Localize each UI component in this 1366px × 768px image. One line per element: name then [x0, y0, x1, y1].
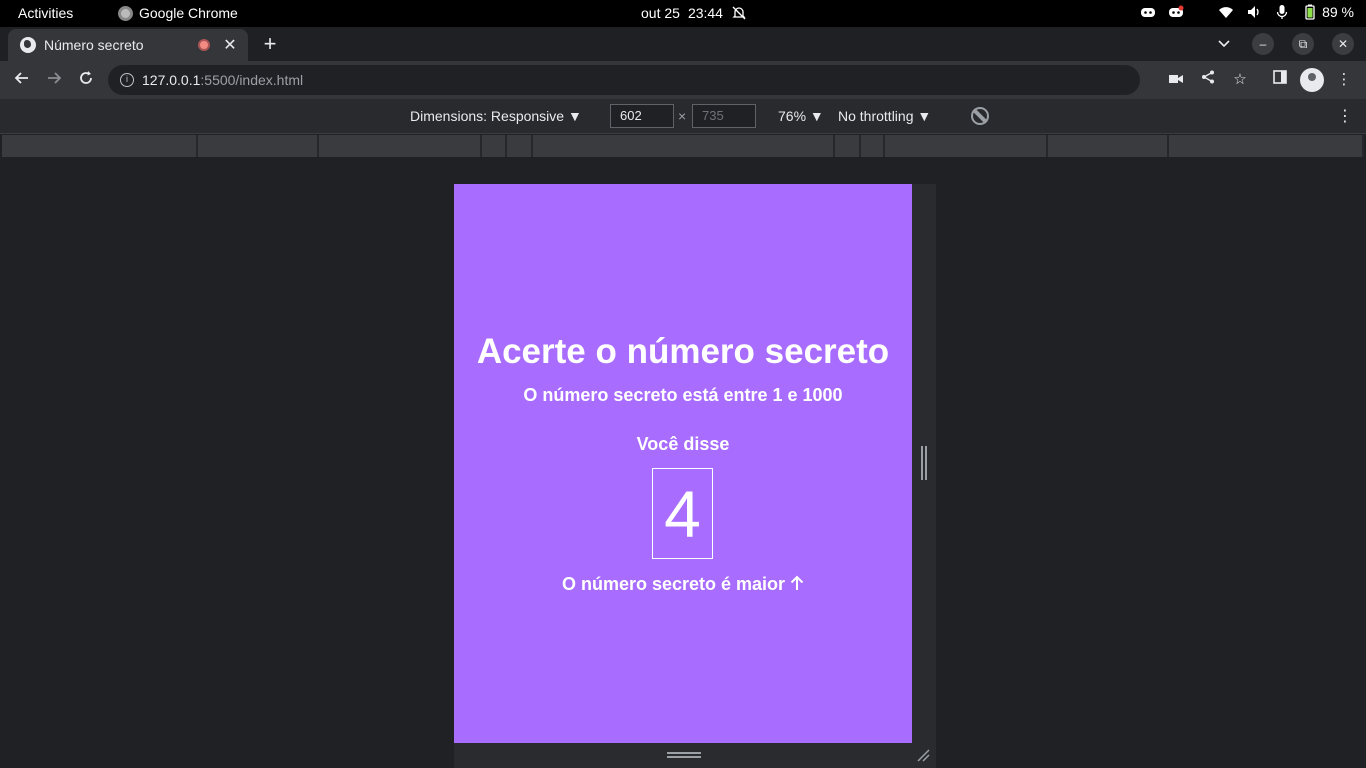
media-query-bar	[2, 135, 1364, 157]
guess-box: 4	[652, 468, 713, 559]
media-query-segment[interactable]	[507, 135, 533, 157]
close-window-button[interactable]: ✕	[1332, 33, 1354, 55]
media-query-segment[interactable]	[482, 135, 507, 157]
volume-icon	[1248, 6, 1259, 18]
chrome-icon	[118, 5, 133, 21]
viewport-width-input[interactable]: 602	[610, 104, 674, 128]
site-info-icon[interactable]: i	[120, 73, 134, 87]
address-bar[interactable]: i 127.0.0.1:5500/index.html	[108, 65, 1140, 95]
viewport-height-input[interactable]: 735	[692, 104, 756, 128]
clock-time: 23:44	[687, 5, 723, 21]
recording-icon	[198, 39, 210, 51]
viewport-width-resize-handle[interactable]	[912, 184, 936, 743]
url-path: :5500/index.html	[200, 72, 304, 88]
discord-icon	[1169, 5, 1184, 17]
dimension-separator: ×	[678, 108, 687, 124]
notifications-off-icon	[732, 6, 746, 20]
media-query-segment[interactable]	[533, 135, 835, 157]
device-toolbar: Dimensions: Responsive ▼ 602 × 735 76% ▼…	[0, 99, 1366, 134]
back-arrow-icon	[14, 72, 28, 84]
tab-numero-secreto[interactable]: Número secreto ✕	[8, 29, 248, 61]
tab-close-icon[interactable]: ✕	[222, 35, 238, 55]
reload-button[interactable]	[75, 69, 97, 91]
emulated-viewport: Acerte o número secreto O número secreto…	[454, 184, 912, 743]
horizontal-grip-icon	[667, 752, 701, 758]
more-options-icon[interactable]: ⋮	[1337, 106, 1353, 126]
browser-toolbar: i 127.0.0.1:5500/index.html ☆ ⋮	[0, 61, 1366, 99]
chrome-menu-icon[interactable]: ⋮	[1334, 70, 1354, 90]
viewport-height-resize-handle[interactable]	[454, 743, 936, 768]
tab-title: Número secreto	[44, 37, 144, 53]
reload-icon	[80, 71, 92, 84]
hint-message: O número secreto é maior	[454, 574, 912, 595]
system-top-bar: Activities Google Chrome out 25 23:44 89…	[0, 0, 1366, 27]
restore-button[interactable]: ⧉	[1292, 33, 1314, 55]
media-query-segment[interactable]	[319, 135, 482, 157]
forward-arrow-icon	[48, 72, 62, 84]
range-subtitle: O número secreto está entre 1 e 1000	[523, 385, 843, 405]
globe-icon	[20, 37, 36, 53]
clock-date: out 25	[641, 5, 680, 21]
side-panel-icon[interactable]	[1270, 70, 1290, 90]
vertical-grip-icon	[921, 446, 927, 480]
rotate-icon[interactable]	[971, 107, 989, 125]
url-host: 127.0.0.1	[142, 72, 201, 88]
app-menu[interactable]: Google Chrome	[118, 5, 238, 21]
hint-text: O número secreto é maior	[561, 574, 786, 594]
battery-level: 89 %	[1322, 4, 1354, 20]
profile-avatar[interactable]	[1300, 68, 1324, 92]
arrow-up-icon	[790, 575, 804, 590]
zoom-dropdown[interactable]: 76% ▼	[778, 108, 824, 124]
forward-button[interactable]	[43, 69, 65, 91]
media-query-segment[interactable]	[1048, 135, 1169, 157]
page-title: Acerte o número secreto	[476, 332, 890, 371]
activities-button[interactable]: Activities	[18, 5, 73, 21]
battery-icon	[1305, 4, 1315, 20]
bookmark-star-icon[interactable]: ☆	[1230, 70, 1250, 90]
throttling-dropdown[interactable]: No throttling ▼	[838, 108, 931, 124]
discord-icon	[1141, 8, 1156, 17]
system-tray[interactable]: 89 %	[1140, 4, 1354, 20]
media-query-segment[interactable]	[885, 135, 1048, 157]
media-query-segment[interactable]	[198, 135, 319, 157]
wifi-icon	[1219, 7, 1234, 18]
clock[interactable]: out 25 23:44	[641, 5, 747, 21]
camera-icon[interactable]	[1166, 70, 1186, 90]
corner-resize-icon[interactable]	[916, 748, 930, 762]
media-query-segment[interactable]	[835, 135, 861, 157]
app-name: Google Chrome	[139, 5, 238, 21]
you-said-label: Você disse	[636, 434, 730, 454]
minimize-button[interactable]: –	[1252, 33, 1274, 55]
media-query-segment[interactable]	[861, 135, 885, 157]
share-icon[interactable]	[1198, 70, 1218, 90]
new-tab-button[interactable]: +	[258, 33, 282, 55]
media-query-segment[interactable]	[2, 135, 198, 157]
back-button[interactable]	[11, 69, 33, 91]
tab-strip: Número secreto ✕ + – ⧉ ✕	[0, 27, 1366, 61]
dimensions-dropdown[interactable]: Dimensions: Responsive ▼	[410, 108, 582, 124]
media-query-segment[interactable]	[1169, 135, 1364, 157]
tab-search-icon[interactable]	[1216, 33, 1232, 55]
microphone-icon	[1276, 5, 1288, 19]
